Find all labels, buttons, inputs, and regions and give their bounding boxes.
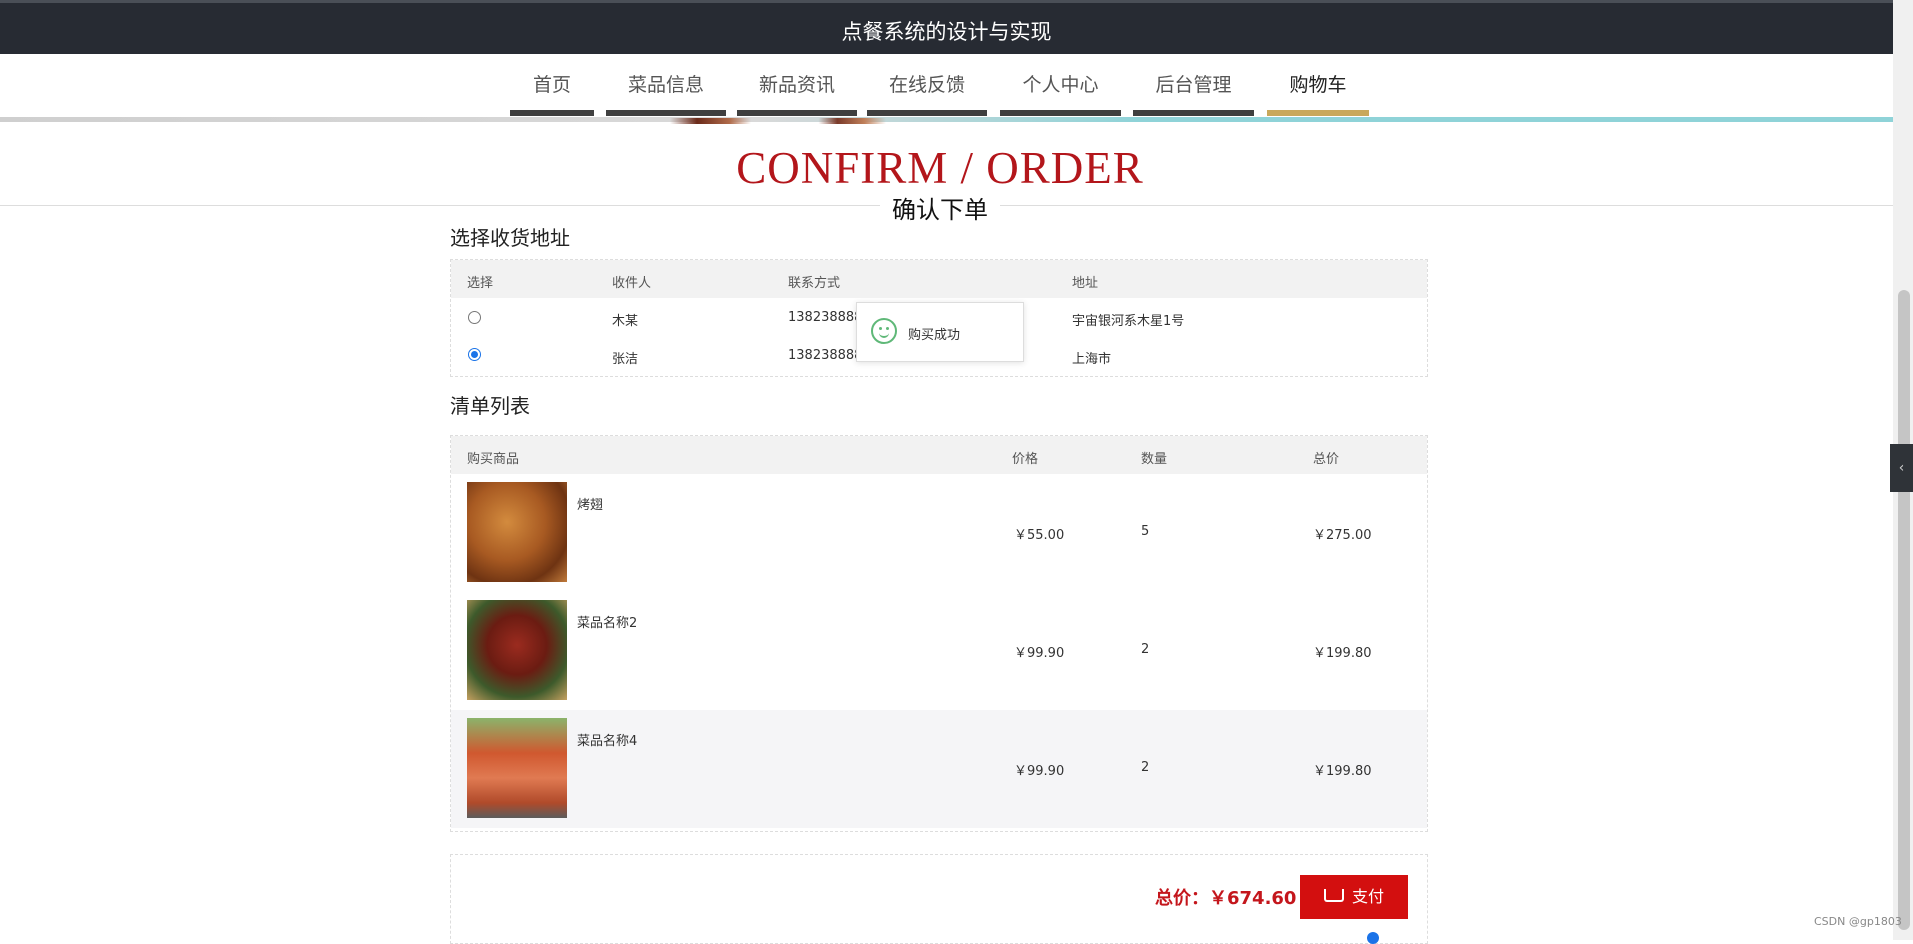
order-row: 菜品名称4 ￥99.90 2 ￥199.80 (451, 710, 1427, 828)
main-nav: 首页 菜品信息 新品资讯 在线反馈 个人中心 后台管理 购物车 (0, 54, 1893, 120)
col-product: 购买商品 (467, 452, 520, 467)
nav-item-home[interactable]: 首页 (510, 70, 594, 116)
order-row: 烤翅 ￥55.00 5 ￥275.00 (451, 474, 1427, 592)
toast-message: 购买成功 (908, 328, 961, 343)
total-label: 总价： (1155, 888, 1209, 909)
dish-name[interactable]: 菜品名称4 (577, 730, 637, 749)
watermark: CSDN @gp1803 (1814, 915, 1902, 928)
dish-total: ￥275.00 (1313, 528, 1372, 543)
banner-strip (0, 117, 1893, 122)
nav-item-admin[interactable]: 后台管理 (1133, 70, 1254, 116)
recipient-name: 木某 (612, 314, 639, 329)
col-select: 选择 (467, 276, 494, 291)
dish-qty: 2 (1141, 642, 1150, 657)
order-total: 总价：￥674.60 (1155, 884, 1296, 910)
pay-button-label: 支付 (1351, 887, 1384, 906)
banner-image (670, 118, 940, 124)
col-recipient: 收件人 (612, 276, 652, 291)
dish-qty: 5 (1141, 524, 1150, 539)
dish-total: ￥199.80 (1313, 646, 1372, 661)
side-collapse-tab[interactable]: ‹ (1890, 444, 1913, 492)
dish-price: ￥99.90 (1014, 646, 1065, 661)
dish-price: ￥99.90 (1014, 764, 1065, 779)
dish-name[interactable]: 烤翅 (577, 494, 603, 513)
floating-dot-icon[interactable] (1367, 932, 1379, 944)
address-radio[interactable] (468, 311, 481, 324)
page-title-en: CONFIRM / ORDER (736, 143, 1144, 193)
address-radio-selected[interactable] (468, 348, 481, 361)
address-section-title: 选择收货地址 (450, 226, 570, 250)
recipient-name: 张洁 (612, 352, 639, 367)
order-table: 购买商品 价格 数量 总价 烤翅 ￥55.00 5 ￥275.00 菜品名称2 … (450, 435, 1428, 832)
col-total: 总价 (1313, 452, 1340, 467)
address-table-header: 选择 收件人 联系方式 地址 (451, 260, 1427, 298)
dish-image[interactable] (467, 482, 567, 582)
order-row: 菜品名称2 ￥99.90 2 ￥199.80 (451, 592, 1427, 710)
dish-name[interactable]: 菜品名称2 (577, 612, 637, 631)
scrollbar-thumb[interactable] (1898, 290, 1910, 930)
cart-icon (1323, 889, 1344, 902)
app-title: 点餐系统的设计与实现 (841, 20, 1052, 44)
nav-item-profile[interactable]: 个人中心 (1000, 70, 1121, 116)
col-phone: 联系方式 (788, 276, 841, 291)
order-table-header: 购买商品 价格 数量 总价 (451, 436, 1427, 474)
order-section-title: 清单列表 (450, 394, 530, 418)
nav-item-news[interactable]: 新品资讯 (737, 70, 857, 116)
pay-button[interactable]: 支付 (1300, 875, 1408, 919)
total-value: ￥674.60 (1209, 888, 1297, 909)
nav-item-feedback[interactable]: 在线反馈 (867, 70, 987, 116)
app-title-bar: 点餐系统的设计与实现 (0, 0, 1893, 54)
dish-image[interactable] (467, 718, 567, 818)
col-address: 地址 (1072, 276, 1099, 291)
nav-item-dishes[interactable]: 菜品信息 (606, 70, 726, 116)
dish-total: ￥199.80 (1313, 764, 1372, 779)
nav-item-cart[interactable]: 购物车 (1267, 70, 1369, 116)
dish-image[interactable] (467, 600, 567, 700)
recipient-address: 宇宙银河系木星1号 (1072, 314, 1185, 329)
col-price: 价格 (1012, 452, 1039, 467)
chevron-left-icon: ‹ (1898, 460, 1905, 476)
success-toast: 购买成功 (856, 302, 1024, 362)
smile-icon (871, 318, 897, 344)
dish-price: ￥55.00 (1014, 528, 1065, 543)
page-title-cn: 确认下单 (880, 190, 1000, 225)
dish-qty: 2 (1141, 760, 1150, 775)
col-qty: 数量 (1141, 452, 1168, 467)
recipient-address: 上海市 (1072, 352, 1112, 367)
